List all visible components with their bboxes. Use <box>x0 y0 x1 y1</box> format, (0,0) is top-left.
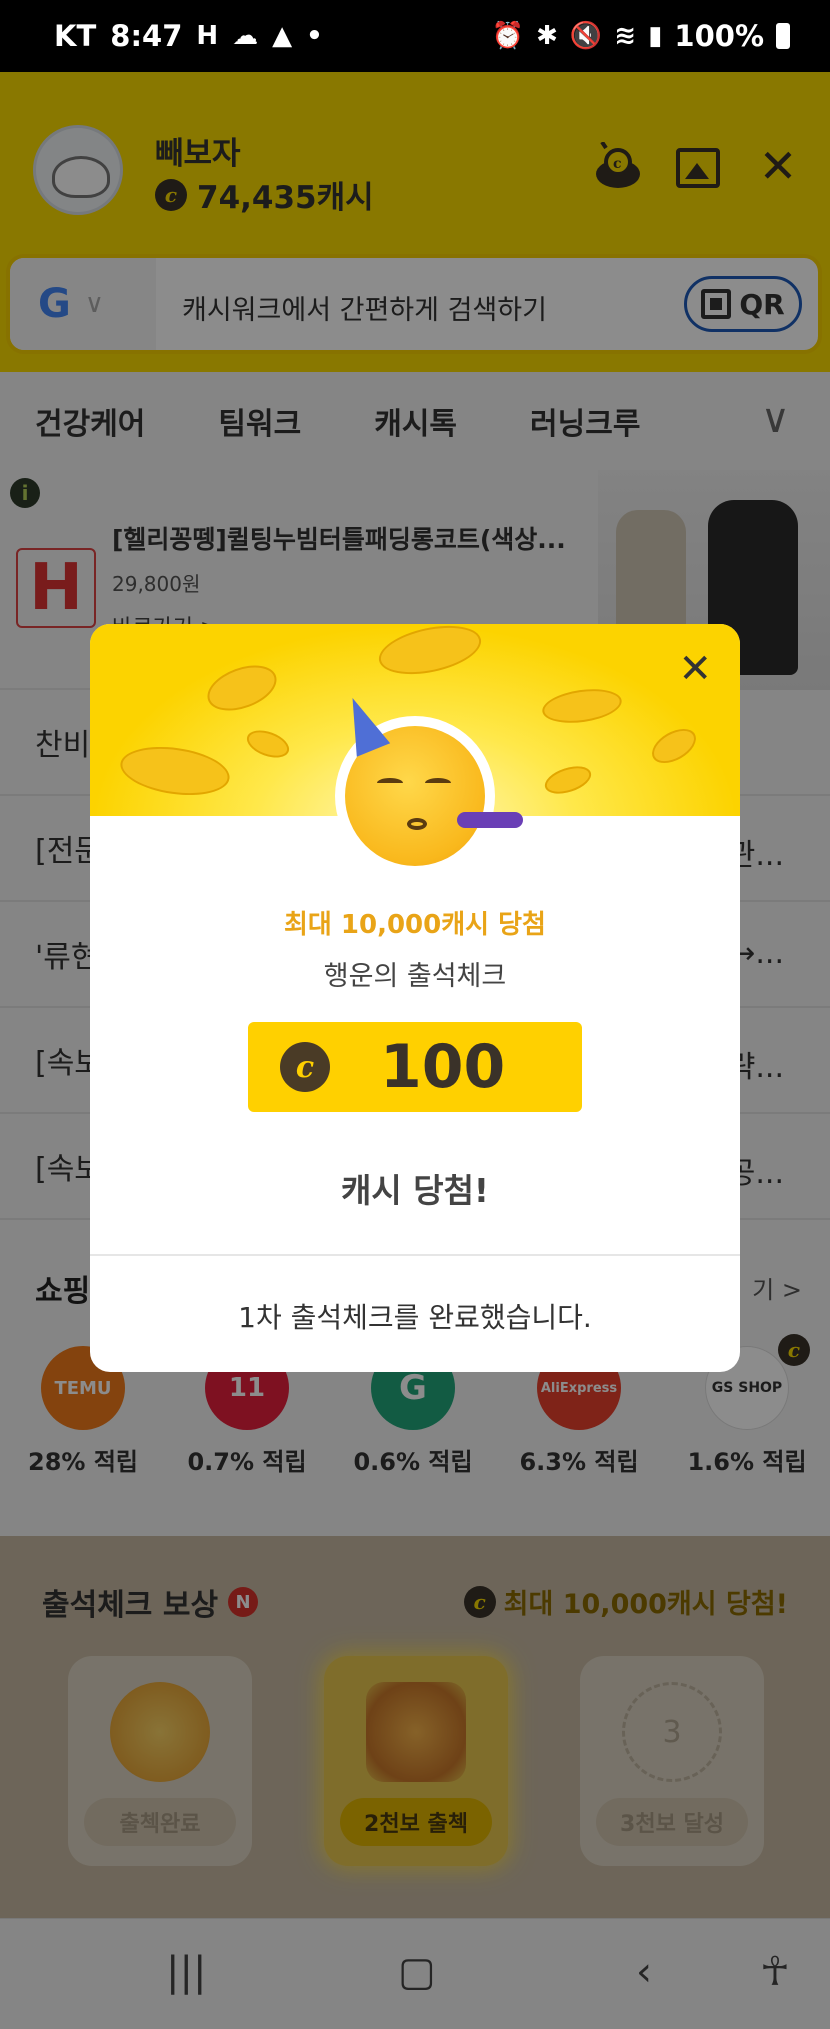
battery-icon <box>776 23 790 49</box>
battery-percent: 100% <box>674 19 764 53</box>
app-h-icon: H <box>196 21 219 51</box>
signal-icon: ▮ <box>648 21 663 51</box>
clock: 8:47 <box>110 19 183 53</box>
party-face-icon <box>335 691 523 876</box>
reward-result: 캐시 당첨! <box>341 1171 489 1210</box>
cash-coin-icon: c <box>280 1042 330 1092</box>
reward-modal: ✕ 최대 10,000캐시 당첨 행운의 출석체크 c 100 캐시 당첨! 1… <box>90 624 740 1372</box>
mute-icon: 🔇 <box>569 21 603 51</box>
divider <box>90 1254 740 1256</box>
completion-message: 1차 출석체크를 완료했습니다. <box>238 1301 592 1334</box>
notification-icon: ☁ <box>232 21 259 51</box>
modal-headline: 최대 10,000캐시 당첨 <box>284 910 546 940</box>
dot-icon: • <box>306 21 323 51</box>
alarm-icon: ⏰ <box>491 21 525 51</box>
close-icon[interactable]: ✕ <box>678 646 712 692</box>
modal-subtitle: 행운의 출석체크 <box>323 961 507 992</box>
carrier-label: KT <box>54 19 97 53</box>
reward-amount-box: c 100 <box>248 1022 582 1112</box>
wifi-icon: ≋ <box>614 21 637 51</box>
app-notification-icon: ▲ <box>272 21 293 51</box>
reward-amount: 100 <box>380 1032 506 1102</box>
bluetooth-icon: ✱ <box>536 21 558 51</box>
status-bar: KT 8:47 H ☁ ▲ • ⏰ ✱ 🔇 ≋ ▮ 100% <box>0 0 830 72</box>
